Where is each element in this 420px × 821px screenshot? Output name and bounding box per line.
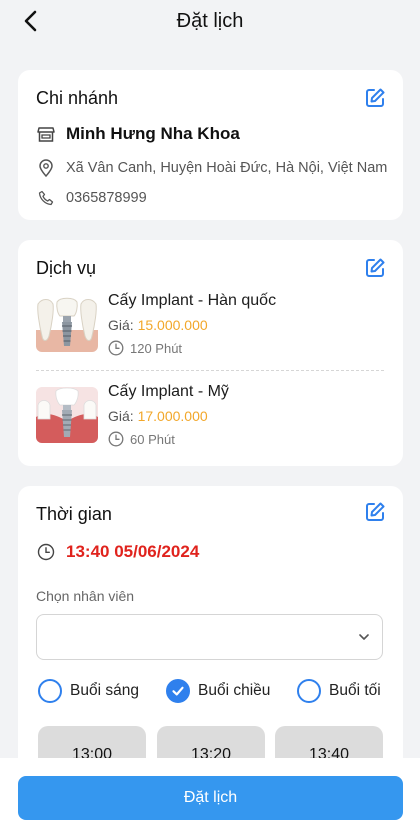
clock-icon [36,542,56,562]
edit-icon [366,88,385,107]
price-label: Giá: [108,317,138,333]
service-price: Giá: 15.000.000 [108,317,208,333]
branch-card: Chi nhánh Minh Hưng Nha Khoa Xã Vân Canh… [18,70,403,220]
services-section-title: Dịch vụ [36,258,97,278]
page-title: Đặt lịch [176,10,244,32]
store-icon [36,124,56,144]
phone-icon [36,188,56,208]
app-header: Đặt lịch [0,0,420,46]
service-divider [36,370,384,371]
branch-name-row: Minh Hưng Nha Khoa [36,124,240,144]
service-name: Cấy Implant - Mỹ [108,383,229,400]
time-card: Thời gian 13:40 05/06/2024 Chọn nhân viê… [18,486,403,786]
bottom-bar: Đặt lịch [0,758,420,821]
session-evening-radio[interactable]: Buổi tối [297,679,381,703]
duration-text: 120 Phút [130,340,183,356]
clock-icon [108,340,124,356]
edit-branch-button[interactable] [363,86,387,110]
implant-image [36,296,98,352]
price-value: 15.000.000 [137,317,208,333]
services-card: Dịch vụ Cấy Implant - Hàn quốc Giá: 15.0… [18,240,403,466]
location-pin-icon [36,158,56,178]
edit-icon [366,258,385,277]
branch-address: Xã Vân Canh, Huyện Hoài Đức, Hà Nội, Việ… [66,160,388,176]
branch-address-row: Xã Vân Canh, Huyện Hoài Đức, Hà Nội, Việ… [36,158,387,178]
datetime-row: 13:40 05/06/2024 [36,542,199,562]
session-label: Buổi tối [329,682,381,699]
edit-icon [366,502,385,521]
implant-image [36,387,98,443]
service-duration: 120 Phút [108,340,182,356]
radio-circle [297,679,321,703]
service-item: Cấy Implant - Mỹ Giá: 17.000.000 60 Phút [36,383,386,463]
service-name: Cấy Implant - Hàn quốc [108,292,277,309]
clock-icon [108,431,124,447]
branch-phone-row: 0365878999 [36,188,147,208]
service-price: Giá: 17.000.000 [108,408,208,424]
time-section-title: Thời gian [36,504,112,524]
book-button[interactable]: Đặt lịch [18,776,403,820]
selected-datetime: 13:40 05/06/2024 [66,542,200,561]
edit-time-button[interactable] [363,500,387,524]
radio-circle-checked [166,679,190,703]
price-value: 17.000.000 [137,408,208,424]
service-item: Cấy Implant - Hàn quốc Giá: 15.000.000 1… [36,292,386,372]
chevron-down-icon [359,634,369,640]
duration-text: 60 Phút [130,431,175,447]
check-icon [172,686,184,696]
staff-select[interactable] [36,614,383,660]
edit-services-button[interactable] [363,256,387,280]
session-label: Buổi sáng [70,682,139,699]
price-label: Giá: [108,408,138,424]
session-label: Buổi chiều [198,682,271,699]
branch-section-title: Chi nhánh [36,88,119,108]
session-morning-radio[interactable]: Buổi sáng [38,679,139,703]
branch-name: Minh Hưng Nha Khoa [66,124,240,143]
staff-label: Chọn nhân viên [36,588,135,604]
branch-phone: 0365878999 [66,190,147,206]
service-duration: 60 Phút [108,431,175,447]
radio-circle [38,679,62,703]
session-afternoon-radio[interactable]: Buổi chiều [166,679,270,703]
